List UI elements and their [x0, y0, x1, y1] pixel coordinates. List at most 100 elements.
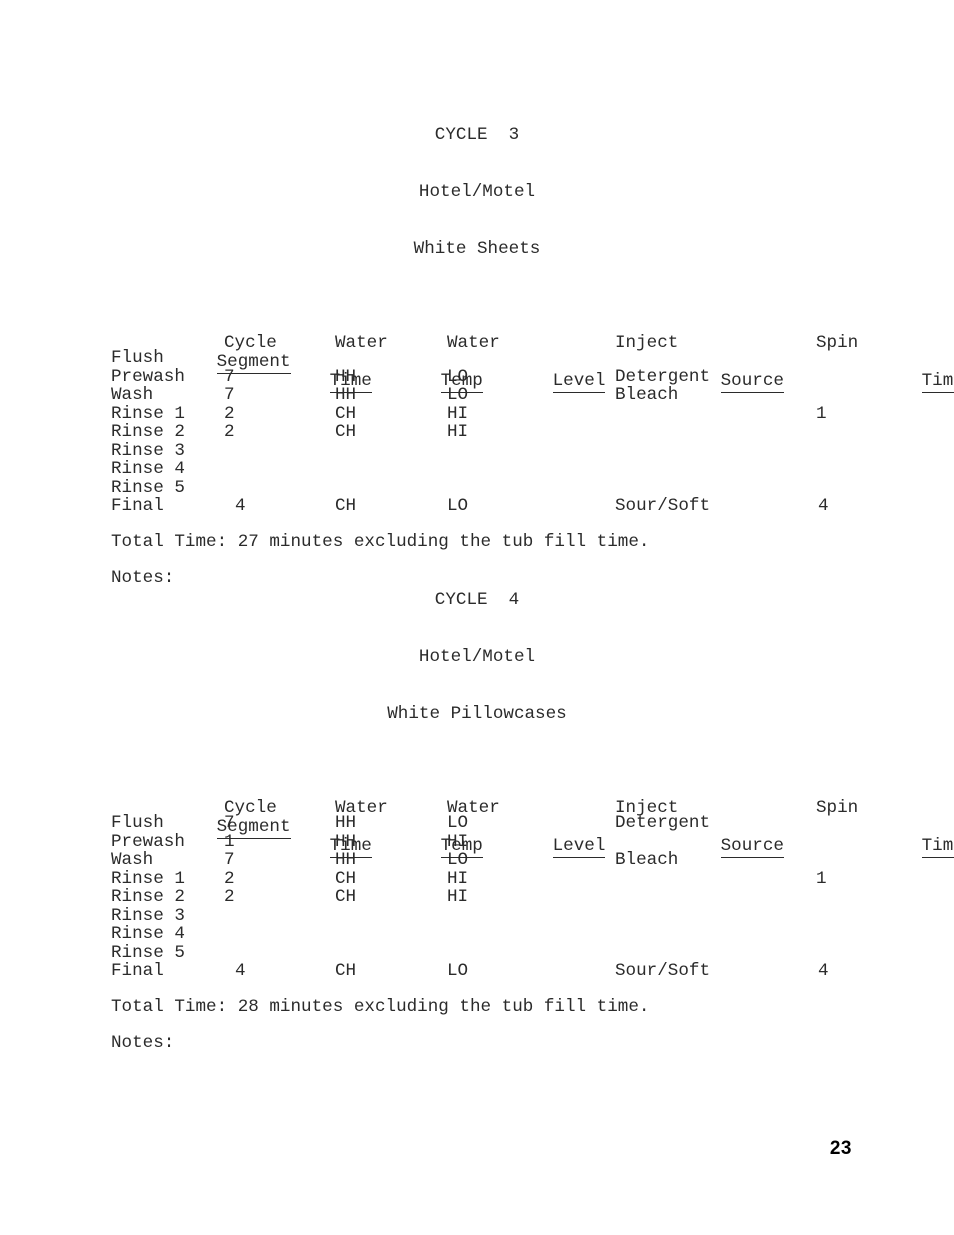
- cell-cycle-time: 7: [224, 366, 235, 387]
- cell-cycle-time: 1: [224, 831, 235, 852]
- cell-cycle-time: 7: [224, 850, 235, 870]
- cycle-subject: White Pillowcases: [387, 704, 567, 724]
- cell-spin-time: 4: [818, 496, 829, 516]
- cell-water-temp: HH: [335, 366, 357, 387]
- table-row: Final 4 CH LO Sour/Soft 4: [111, 962, 871, 981]
- cell-inject-source: Detergent: [615, 813, 711, 833]
- table-header-row: Segment Cycle Time Water Temp Water Leve…: [111, 296, 954, 393]
- cell-water-level: HI: [447, 887, 469, 907]
- table-row: Wash 7 HH LO Bleach: [111, 386, 871, 405]
- cell-segment: Rinse 1: [111, 868, 185, 889]
- cell-inject-source: Bleach: [615, 385, 679, 405]
- table-row: Rinse 2 2 CH HI: [111, 423, 871, 442]
- cell-segment: Flush: [111, 813, 164, 833]
- cell-water-temp: CH: [335, 422, 357, 442]
- cell-water-level: HI: [447, 868, 469, 889]
- cell-cycle-time: 2: [224, 422, 235, 442]
- cell-water-temp: CH: [335, 868, 357, 889]
- cell-water-temp: HH: [335, 385, 357, 405]
- table-row: Rinse 5: [111, 942, 871, 963]
- table-body: Flush Prewash 7 HH LO Detergent Wash 7 HH LO Bleac…: [111, 349, 871, 516]
- table-row: Rinse 4: [111, 925, 871, 944]
- cell-inject-source: Sour/Soft: [615, 961, 711, 981]
- table-row: Flush 7 HH LO Detergent: [111, 814, 871, 833]
- page-number: 23: [829, 1138, 852, 1159]
- table-row: Wash 7 HH LO Bleach: [111, 851, 871, 870]
- cycle-title-group-3: CYCLE 3 Hotel/Motel White Sheets: [0, 88, 954, 296]
- table-header-row: Segment Cycle Time Water Temp Water Leve…: [111, 761, 954, 858]
- cell-water-temp: HH: [335, 850, 357, 870]
- cell-cycle-time: 7: [224, 385, 235, 405]
- cycle-title-group-4: CYCLE 4 Hotel/Motel White Pillowcases: [0, 553, 954, 761]
- table-row: Flush: [111, 349, 871, 368]
- cell-cycle-time: 2: [224, 403, 235, 424]
- cell-segment: Rinse 4: [111, 924, 185, 944]
- wash-cycle-table: Segment Cycle Time Water Temp Water Leve…: [111, 296, 954, 516]
- cell-water-level: LO: [447, 366, 469, 387]
- cell-segment: Wash: [111, 850, 154, 870]
- cell-water-level: HI: [447, 403, 469, 424]
- table-row: Rinse 5: [111, 477, 871, 498]
- wash-cycle-table: Segment Cycle Time Water Temp Water Leve…: [111, 761, 954, 981]
- cell-inject-source: Detergent: [615, 366, 711, 387]
- cell-segment: Prewash: [111, 831, 185, 852]
- cell-water-level: HI: [447, 831, 469, 852]
- cell-water-temp: CH: [335, 961, 357, 981]
- cell-segment: Flush: [111, 348, 164, 368]
- notes-label: Notes:: [111, 1033, 175, 1053]
- document-page: CYCLE 3 Hotel/Motel White Sheets Segment…: [0, 0, 954, 1235]
- total-time-line: Total Time: 28 minutes excluding the tub…: [111, 996, 650, 1017]
- cycle-title: CYCLE 4: [434, 590, 520, 610]
- cell-cycle-time: 2: [224, 868, 235, 889]
- cell-cycle-time: 4: [235, 961, 246, 981]
- cell-water-level: LO: [447, 850, 469, 870]
- cell-water-level: LO: [447, 496, 469, 516]
- cell-segment: Final: [111, 496, 164, 516]
- cell-water-temp: CH: [335, 403, 357, 424]
- table-row: Rinse 3: [111, 906, 871, 926]
- cell-segment: Rinse 3: [111, 440, 185, 461]
- cell-water-level: LO: [447, 961, 469, 981]
- cell-water-temp: HH: [335, 831, 357, 852]
- cell-segment: Rinse 2: [111, 422, 185, 442]
- cycle-block-3: CYCLE 3 Hotel/Motel White Sheets Segment…: [0, 88, 954, 588]
- cell-spin-time: 4: [818, 961, 829, 981]
- cell-inject-source: Bleach: [615, 850, 679, 870]
- cell-spin-time: 1: [816, 403, 827, 424]
- table-row: Prewash 1 HH HI: [111, 831, 871, 852]
- cell-spin-time: 1: [816, 868, 827, 889]
- cell-water-temp: CH: [335, 496, 357, 516]
- cell-segment: Rinse 1: [111, 403, 185, 424]
- cell-segment: Rinse 2: [111, 887, 185, 907]
- cycle-subject: White Sheets: [413, 239, 541, 259]
- cell-cycle-time: 7: [224, 813, 235, 833]
- cell-cycle-time: 4: [235, 496, 246, 516]
- cell-water-temp: HH: [335, 813, 357, 833]
- cell-cycle-time: 2: [224, 887, 235, 907]
- column-header-spin-time-line2: Time: [921, 837, 954, 858]
- cell-water-level: HI: [447, 422, 469, 442]
- cycle-subtitle: Hotel/Motel: [418, 647, 536, 667]
- cell-segment: Final: [111, 961, 164, 981]
- table-row: Rinse 3: [111, 440, 871, 461]
- table-row: Rinse 2 2 CH HI: [111, 888, 871, 907]
- cell-water-level: LO: [447, 385, 469, 405]
- cycle-subtitle: Hotel/Motel: [418, 182, 536, 202]
- table-row: Final 4 CH LO Sour/Soft 4: [111, 497, 871, 516]
- cell-segment: Rinse 4: [111, 459, 185, 479]
- cell-segment: Rinse 5: [111, 477, 185, 498]
- total-time-line: Total Time: 27 minutes excluding the tub…: [111, 531, 650, 552]
- cell-segment: Wash: [111, 385, 154, 405]
- cell-water-level: LO: [447, 813, 469, 833]
- cell-segment: Prewash: [111, 366, 185, 387]
- table-row: Rinse 1 2 CH HI 1: [111, 868, 871, 889]
- cell-water-temp: CH: [335, 887, 357, 907]
- cycle-title: CYCLE 3: [434, 125, 520, 145]
- table-row: Rinse 4: [111, 460, 871, 479]
- table-body: Flush 7 HH LO Detergent Prewash 1 HH HI Wash 7 HH LO…: [111, 814, 871, 981]
- cycle-block-4: CYCLE 4 Hotel/Motel White Pillowcases Se…: [0, 553, 954, 1053]
- cell-inject-source: Sour/Soft: [615, 496, 711, 516]
- cell-segment: Rinse 5: [111, 942, 185, 963]
- table-row: Prewash 7 HH LO Detergent: [111, 366, 871, 387]
- column-header-spin-time-line2: Time: [921, 372, 954, 393]
